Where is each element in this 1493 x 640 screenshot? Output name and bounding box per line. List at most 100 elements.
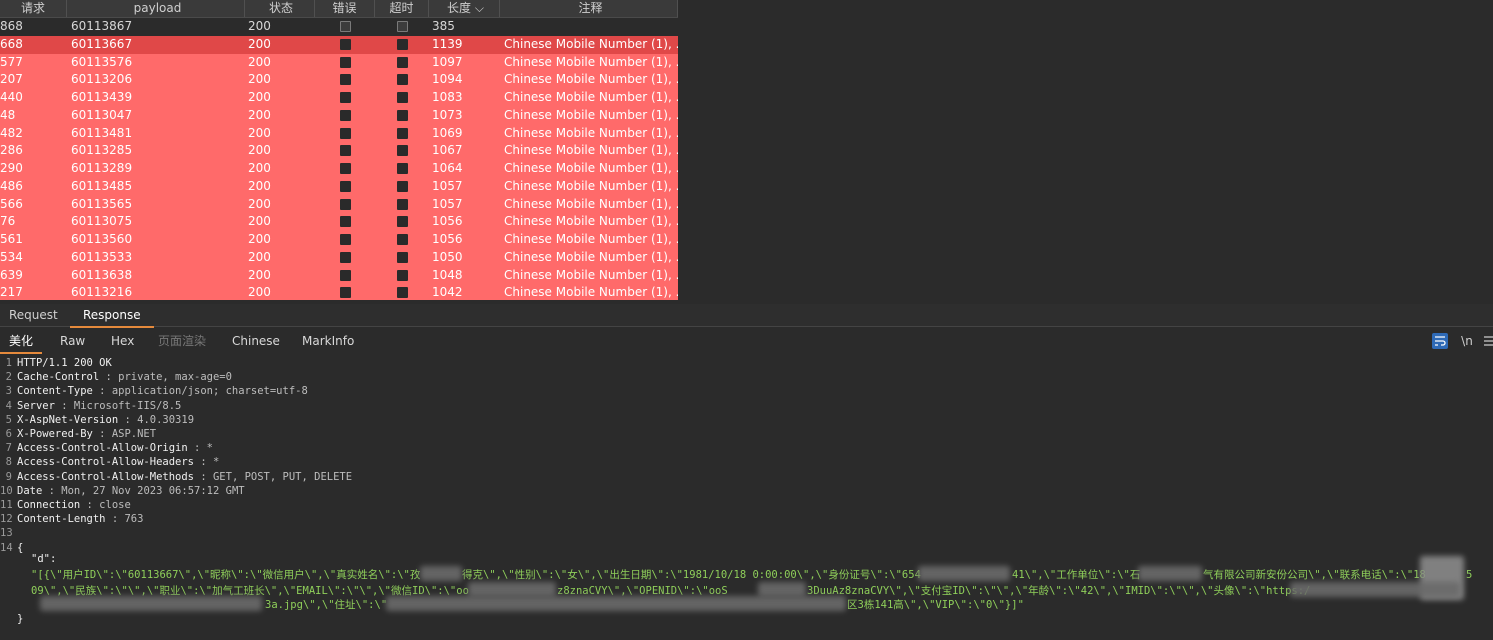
cell-status: 200 [248, 36, 271, 51]
table-row[interactable]: 639 60113638 200 1048 Chinese Mobile Number … [0, 266, 678, 285]
table-row[interactable]: 207 60113206 200 1094 Chinese Mobile Number … [0, 71, 678, 89]
timeout-checkbox [396, 92, 408, 103]
body-text-3b: 区3栋141高\",\"VIP\":\"0\"}]" [847, 599, 1024, 611]
table-row[interactable]: 482 60113481 200 1069 Chinese Mobile Number … [0, 124, 678, 143]
table-row[interactable]: 76 60113075 200 1056 Chinese Mobile Number (… [0, 213, 678, 231]
error-checkbox [339, 109, 351, 121]
cell-request: 286 [0, 143, 23, 158]
newline-toggle[interactable]: \n [1458, 333, 1476, 349]
line-number: 10 [0, 484, 13, 497]
cell-note: Chinese Mobile Number (1), ... [504, 90, 678, 104]
table-row[interactable]: 561 60113560 200 1056 Chinese Mobile Number … [0, 231, 678, 249]
header-key: Access-Control-Allow-Methods [17, 470, 195, 483]
table-row[interactable]: 486 60113485 200 1057 Chinese Mobile Number … [0, 177, 678, 196]
code-line-5: 5 X-AspNet-Version : 4.0.30319 [0, 413, 194, 427]
body-text-1e: 5 [1466, 569, 1473, 581]
col-note[interactable]: 注释 [500, 0, 678, 17]
cell-status: 200 [248, 196, 271, 211]
tab-hex[interactable]: Hex [111, 330, 134, 352]
table-row[interactable]: 440 60113439 200 1083 Chinese Mobile Number … [0, 89, 678, 107]
table-row[interactable]: 577 60113576 200 1097 Chinese Mobile Number … [0, 53, 678, 72]
cell-timeout [375, 231, 429, 249]
cell-error [315, 213, 375, 231]
code-line-body-1d: 气有限公司新安份公司\",\"联系电话\":\"18 [1203, 568, 1426, 582]
cell-timeout [375, 107, 429, 125]
view-tabs: 美化 Raw Hex 页面渲染 Chinese MarkInfo \n [0, 330, 1493, 354]
redaction-blur [420, 566, 462, 581]
cell-error [315, 89, 375, 107]
table-row[interactable]: 48 60113047 200 1073 Chinese Mobile Number (… [0, 106, 678, 125]
body-text-1a: "[{\"用户ID\":\"60113667\",\"昵称\":\"微信用户\"… [31, 569, 421, 581]
cell-timeout [375, 178, 429, 196]
cell-note: Chinese Mobile Number (1), ... [504, 36, 678, 51]
col-request[interactable]: 请求 [0, 0, 67, 17]
tab-raw[interactable]: Raw [60, 330, 85, 352]
table-row[interactable]: 668 60113667 200 1139 Chinese Mobile Number … [0, 35, 678, 54]
code-line-body-1b: 得克\",\"性别\":\"女\",\"出生日期\":\"1981/10/18 … [462, 568, 921, 582]
code-line-1: 1 HTTP/1.1 200 OK [0, 356, 112, 370]
cell-request: 482 [0, 125, 23, 140]
cell-timeout [375, 71, 429, 89]
body-text-3a: 3a.jpg\",\"住址\":\" [265, 599, 388, 611]
cell-length: 1094 [432, 72, 463, 87]
response-editor[interactable]: 1 HTTP/1.1 200 OK 2 Cache-Control : private… [0, 356, 1493, 640]
col-status[interactable]: 状态 [245, 0, 315, 17]
header-value: : 763 [105, 513, 144, 526]
cell-timeout [375, 89, 429, 107]
cell-payload: 60113533 [71, 249, 133, 264]
code-line-body-3: 3a.jpg\",\"住址\":\" [265, 598, 387, 612]
table-row[interactable]: 534 60113533 200 1050 Chinese Mobile Number … [0, 248, 678, 267]
cell-timeout [375, 142, 429, 160]
col-error[interactable]: 错误 [315, 0, 375, 17]
cell-error [315, 231, 375, 249]
cell-status: 200 [248, 232, 271, 246]
cell-status: 200 [248, 249, 271, 264]
header-key: Cache-Control [17, 371, 100, 384]
line-number: 6 [5, 428, 12, 440]
redaction-blur [918, 566, 1010, 581]
col-payload[interactable]: payload [67, 0, 245, 17]
col-length[interactable]: 长度 ⌵ [429, 0, 500, 17]
menu-icon-glyph [1484, 336, 1493, 346]
redaction-blur [1138, 566, 1202, 581]
tab-request[interactable]: Request [9, 304, 58, 326]
error-checkbox [339, 234, 351, 245]
header-value: : * [187, 442, 213, 455]
body-text-1d: 气有限公司新安份公司\",\"联系电话\":\"18 [1203, 569, 1426, 581]
tab-pretty[interactable]: 美化 [0, 330, 43, 354]
menu-icon[interactable] [1484, 333, 1493, 349]
header-value: : close [80, 499, 131, 511]
cell-note: Chinese Mobile Number (1), ... [504, 285, 678, 300]
table-row[interactable]: 566 60113565 200 1057 Chinese Mobile Number … [0, 195, 678, 214]
table-row[interactable]: 868 60113867 200 385 [0, 18, 678, 36]
table-row[interactable]: 217 60113216 200 1042 Chinese Mobile Number … [0, 284, 678, 300]
error-checkbox [339, 216, 351, 228]
table-body: 868 60113867 200 385 668 60113667 200 1139 Chine… [0, 18, 678, 300]
col-timeout[interactable]: 超时 [375, 0, 429, 17]
wrap-icon[interactable] [1432, 333, 1448, 349]
cell-payload: 60113560 [71, 232, 133, 246]
cell-error [315, 249, 375, 267]
table-row[interactable]: 290 60113289 200 1064 Chinese Mobile Number … [0, 160, 678, 178]
error-checkbox [339, 21, 351, 32]
code-line-body-1c: 41\",\"工作单位\":\"石 [1012, 568, 1140, 582]
cell-payload: 60113481 [71, 125, 133, 140]
cell-length: 1073 [432, 107, 463, 122]
table-row[interactable]: 286 60113285 200 1067 Chinese Mobile Number … [0, 142, 678, 160]
timeout-checkbox [396, 145, 408, 157]
code-line-body-1: "[{\"用户ID\":\"60113667\",\"昵称\":\"微信用户\"… [31, 568, 420, 582]
code-line-body-1e: 5 [1466, 568, 1472, 582]
redaction-blur [468, 582, 556, 597]
error-checkbox [339, 198, 351, 210]
tab-markinfo[interactable]: MarkInfo [302, 330, 354, 352]
tab-render[interactable]: 页面渲染 [158, 330, 206, 352]
tab-response[interactable]: Response [70, 304, 154, 328]
cell-request: 534 [0, 249, 23, 264]
error-checkbox [339, 251, 351, 263]
cell-length: 1042 [432, 285, 463, 300]
tab-chinese[interactable]: Chinese [232, 330, 280, 352]
results-pane: 请求 payload 状态 错误 超时 长度 ⌵ 注释 868 60113867 2… [0, 0, 1493, 300]
cell-status: 200 [248, 54, 271, 69]
header-key: Date [17, 484, 43, 497]
sort-chevron-icon: ⌵ [474, 1, 484, 15]
